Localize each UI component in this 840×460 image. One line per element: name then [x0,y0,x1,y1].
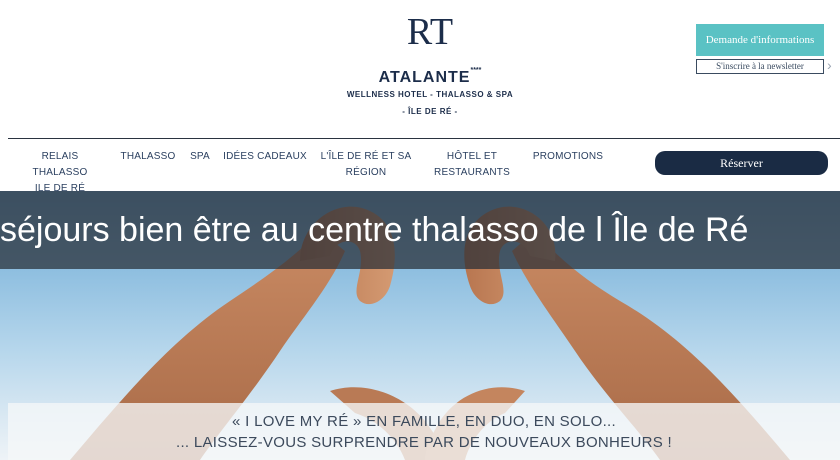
hotel-name: ATALANTE**** [320,67,540,87]
nav-item-idees-cadeaux[interactable]: IDÉES CADEAUX [222,149,308,165]
hero-tagline-1: « I LOVE MY RÉ » EN FAMILLE, EN DUO, EN … [232,413,616,430]
nav-item-ile-de-re[interactable]: L'ÎLE DE RÉ ET SA RÉGION [318,149,414,181]
nav-item-label: L'ÎLE DE RÉ ET SA [320,151,412,162]
nav-item-label: SPA [190,151,210,162]
nav-item-thalasso[interactable]: THALASSO [118,149,178,165]
nav-item-label: RÉGION [345,167,387,178]
nav-item-label: THALASSO [120,151,176,162]
nav-item-label: RELAIS THALASSO [32,151,88,178]
nav-item-label: HÔTEL ET [446,151,498,162]
request-info-button[interactable]: Demande d'informations [696,24,824,56]
nav-item-promotions[interactable]: PROMOTIONS [528,149,608,165]
hero-tagline-2: ... LAISSEZ-VOUS SURPRENDRE PAR DE NOUVE… [175,434,673,451]
hotel-logo[interactable]: RT ATALANTE**** WELLNESS HOTEL - THALASS… [320,8,540,123]
tagline-strip [8,403,840,460]
reserve-button[interactable]: Réserver [655,151,828,175]
nav-item-spa[interactable]: SPA [186,149,214,165]
site-header: RT ATALANTE**** WELLNESS HOTEL - THALASS… [0,0,840,139]
hero-banner: séjours bien être au centre thalasso de … [0,191,840,269]
newsletter-signup-button[interactable]: S'inscrire à la newsletter [696,59,824,74]
nav-item-label: PROMOTIONS [532,151,604,162]
chevron-right-icon: › [827,57,832,73]
nav-item-hotel-restaurants[interactable]: HÔTEL ET RESTAURANTS [430,149,514,181]
hotel-stars: **** [470,67,482,74]
hotel-name-text: ATALANTE [378,69,471,86]
hotel-location: - ÎLE DE RÉ - [402,107,458,116]
monogram-text: RT [407,11,453,53]
main-navigation: RELAIS THALASSO ILE DE RÉ THALASSO SPA I… [0,139,840,194]
nav-item-label: IDÉES CADEAUX [223,151,307,162]
hotel-subtitle: WELLNESS HOTEL - THALASSO & SPA [346,90,514,99]
monogram-logo-icon: RT [407,11,453,53]
nav-item-label: RESTAURANTS [434,167,510,178]
nav-item-relais-thalasso[interactable]: RELAIS THALASSO ILE DE RÉ [14,149,106,197]
hero-headline: séjours bien être au centre thalasso de … [0,211,749,249]
